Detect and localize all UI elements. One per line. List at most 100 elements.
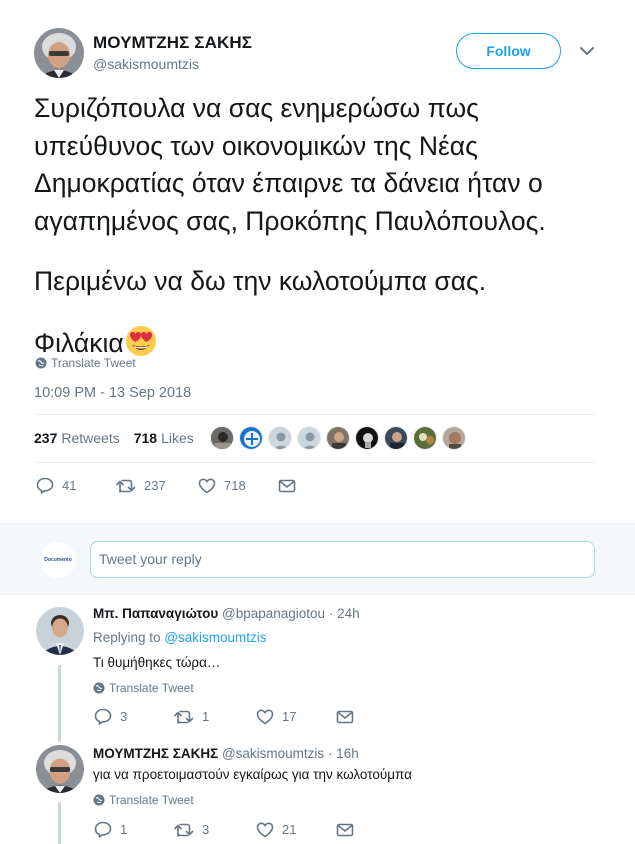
translate-label: Translate Tweet	[109, 793, 194, 807]
like-button[interactable]: 17	[256, 709, 336, 725]
like-count: 718	[224, 478, 246, 493]
retweets-count: 237	[34, 430, 58, 446]
tweet-sign-off: Φιλάκια	[34, 327, 124, 358]
reply-icon	[94, 821, 112, 838]
envelope-icon	[278, 479, 296, 492]
reply-button[interactable]: 1	[94, 821, 174, 838]
current-user-avatar[interactable]: Documento	[40, 542, 76, 578]
liker-avatar[interactable]	[210, 426, 234, 450]
author-handle[interactable]: @sakismoumtzis	[93, 56, 199, 72]
reply-tweet[interactable]: Μπ. Παπαναγιώτου @bpapanagiotou · 24h Re…	[0, 595, 635, 730]
retweet-count: 1	[202, 709, 210, 724]
translate-tweet-link[interactable]: Translate Tweet	[35, 356, 136, 370]
reply-button[interactable]: 3	[94, 708, 174, 725]
follow-button[interactable]: Follow	[456, 33, 561, 69]
like-count: 21	[282, 822, 297, 837]
reply-time[interactable]: · 24h	[329, 606, 360, 621]
thread-line	[58, 730, 61, 742]
author-name[interactable]: ΜΟΥΜΤΖΗΣ ΣΑΚΗΣ	[93, 33, 252, 53]
tweet-text-line: Περιμένω να δω την κωλοτούμπα σας.	[34, 266, 487, 296]
tweet-text-line: Δημοκρατίας όταν έπαιρνε τα δάνεια ήταν …	[34, 168, 543, 198]
direct-message-button[interactable]	[278, 479, 304, 493]
liker-avatar[interactable]	[326, 426, 350, 450]
like-button[interactable]: 718	[198, 478, 278, 494]
chevron-down-icon[interactable]	[578, 44, 596, 58]
replying-to-handle-link[interactable]: @sakismoumtzis	[164, 630, 266, 645]
retweet-button[interactable]: 237	[116, 478, 198, 494]
reply-author-name[interactable]: Μπ. Παπαναγιώτου	[93, 606, 218, 621]
reply-author-name[interactable]: ΜΟΥΜΤΖΗΣ ΣΑΚΗΣ	[93, 746, 218, 761]
like-button[interactable]: 21	[256, 822, 336, 838]
retweet-button[interactable]: 3	[174, 822, 256, 838]
tweet-text-line: υπεύθυνος των οικονομικών της Νέας	[34, 130, 478, 161]
direct-message-button[interactable]	[336, 710, 362, 724]
like-count: 17	[282, 709, 297, 724]
tweet-actions: 41 237 718	[36, 477, 304, 494]
reply-icon	[36, 477, 54, 494]
reply-actions: 3 1 17	[94, 708, 362, 725]
reply-header: ΜΟΥΜΤΖΗΣ ΣΑΚΗΣ @sakismoumtzis · 16h	[93, 746, 359, 761]
tweet-text: Συριζόπουλα να σας ενημερώσω πως υπεύθυν…	[34, 90, 624, 362]
reply-header: Μπ. Παπαναγιώτου @bpapanagiotou · 24h	[93, 606, 360, 621]
liker-avatar[interactable]	[268, 426, 292, 450]
retweet-icon	[174, 710, 194, 724]
retweet-icon	[174, 823, 194, 837]
direct-message-button[interactable]	[336, 823, 362, 837]
liker-avatar[interactable]	[442, 426, 466, 450]
reply-count: 41	[62, 478, 77, 493]
thread-line	[58, 802, 61, 844]
reply-time[interactable]: · 16h	[328, 746, 359, 761]
heart-icon	[256, 709, 274, 724]
envelope-icon	[336, 823, 354, 836]
reply-author-handle[interactable]: @bpapanagiotou	[222, 606, 325, 621]
liker-avatar[interactable]	[355, 426, 379, 450]
tweet-text-line: αγαπημένος σας, Προκόπης Παυλόπουλος.	[34, 205, 546, 236]
tweet-text-line: Συριζόπουλα να σας ενημερώσω πως	[34, 93, 479, 123]
likes-label: Likes	[161, 430, 194, 446]
liker-avatar[interactable]	[413, 426, 437, 450]
retweet-count: 237	[144, 478, 166, 493]
heart-icon	[198, 478, 216, 493]
likes-stat[interactable]: 718 Likes	[134, 430, 194, 446]
current-user-avatar-text: Documento	[44, 557, 72, 563]
reply-count: 3	[120, 709, 128, 724]
retweet-count: 3	[202, 822, 210, 837]
translate-label: Translate Tweet	[109, 681, 194, 695]
reply-tweet[interactable]: ΜΟΥΜΤΖΗΣ ΣΑΚΗΣ @sakismoumtzis · 16h για …	[0, 730, 635, 844]
divider	[34, 414, 595, 415]
replying-to: Replying to @sakismoumtzis	[93, 630, 267, 645]
retweet-button[interactable]: 1	[174, 709, 256, 725]
author-avatar[interactable]	[34, 28, 84, 78]
heart-icon	[256, 822, 274, 837]
main-tweet: ΜΟΥΜΤΖΗΣ ΣΑΚΗΣ @sakismoumtzis Follow Συρ…	[0, 0, 635, 523]
translate-tweet-link[interactable]: Translate Tweet	[93, 681, 194, 695]
liker-avatar[interactable]	[239, 426, 263, 450]
tweet-timestamp[interactable]: 10:09 PM - 13 Sep 2018	[34, 385, 191, 401]
reply-composer: Documento Tweet your reply	[0, 523, 635, 595]
reply-count: 1	[120, 822, 128, 837]
reply-author-avatar[interactable]	[36, 745, 84, 793]
reply-author-avatar[interactable]	[36, 607, 84, 655]
reply-actions: 1 3 21	[94, 821, 362, 838]
divider	[34, 462, 595, 463]
reply-text: για να προετοιμαστούν εγκαίρως για την κ…	[93, 767, 412, 782]
reply-icon	[94, 708, 112, 725]
retweets-label: Retweets	[61, 430, 120, 446]
heart-eyes-emoji-icon	[124, 324, 158, 358]
translate-tweet-link[interactable]: Translate Tweet	[93, 793, 194, 807]
likes-count: 718	[133, 430, 158, 446]
globe-icon	[35, 357, 47, 369]
retweets-stat[interactable]: 237 Retweets	[34, 430, 120, 446]
liker-avatar[interactable]	[384, 426, 408, 450]
reply-button[interactable]: 41	[36, 477, 116, 494]
reply-text: Τι θυμήθηκες τώρα…	[93, 655, 221, 670]
replying-to-label: Replying to	[93, 630, 161, 645]
translate-label: Translate Tweet	[51, 356, 136, 370]
envelope-icon	[336, 710, 354, 723]
liker-avatar[interactable]	[297, 426, 321, 450]
reply-input[interactable]: Tweet your reply	[90, 541, 595, 578]
globe-icon	[93, 794, 105, 806]
globe-icon	[93, 682, 105, 694]
reply-author-handle[interactable]: @sakismoumtzis	[222, 746, 324, 761]
likers-avatars	[210, 426, 471, 450]
